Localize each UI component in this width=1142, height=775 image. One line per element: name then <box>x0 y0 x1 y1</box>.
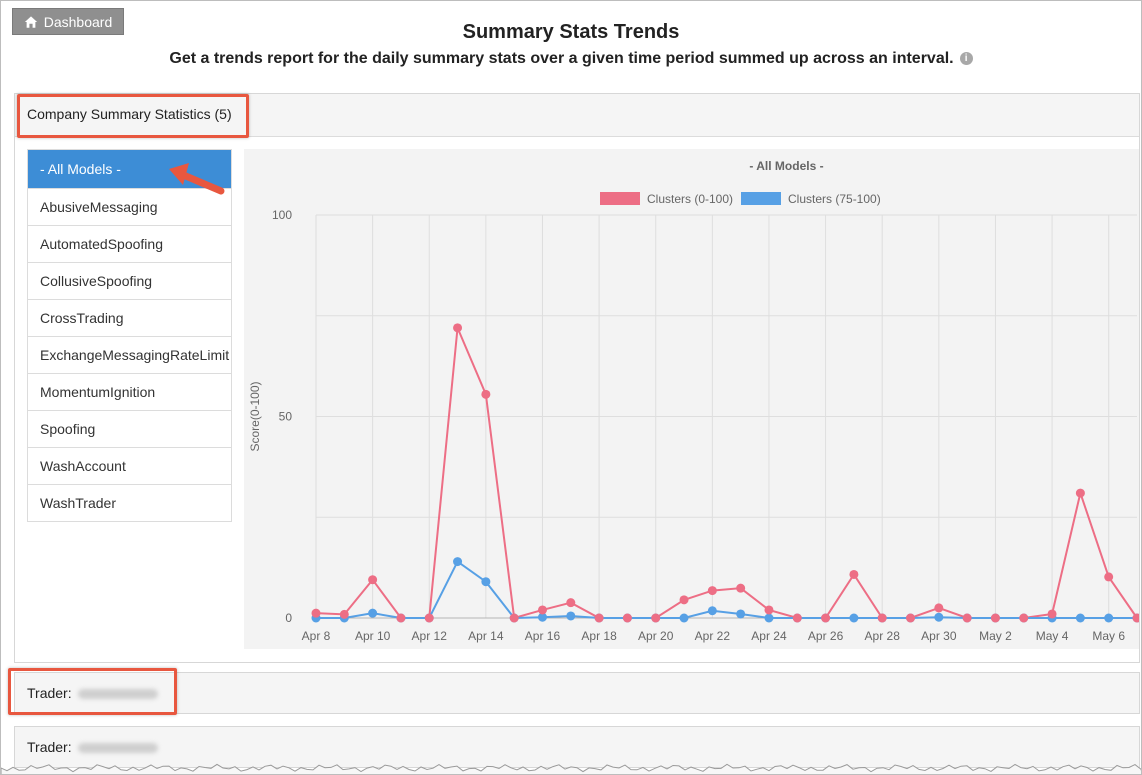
data-point <box>1075 488 1085 498</box>
data-point <box>764 613 774 623</box>
page-title: Summary Stats Trends <box>462 21 680 43</box>
data-point <box>1047 609 1057 619</box>
legend-label: Clusters (75-100) <box>788 192 881 206</box>
data-point <box>566 611 576 621</box>
page-subtitle: Get a trends report for the daily summar… <box>1 50 1141 68</box>
data-point <box>537 605 547 615</box>
data-point <box>962 613 972 623</box>
data-point <box>679 613 689 623</box>
data-point <box>651 613 661 623</box>
data-point <box>1104 613 1114 623</box>
y-tick-label: 50 <box>279 410 293 424</box>
x-tick-label: Apr 26 <box>808 629 844 643</box>
info-icon[interactable]: i <box>959 52 973 66</box>
data-point <box>339 609 349 619</box>
series-line <box>315 327 1138 620</box>
x-tick-label: Apr 10 <box>355 629 391 643</box>
model-item[interactable]: Spoofing <box>28 410 231 447</box>
subtitle-text: Get a trends report for the daily summar… <box>169 50 954 67</box>
model-item[interactable]: WashAccount <box>28 447 231 484</box>
app-frame: Dashboard Summary Stats Trends Get a tre… <box>0 0 1142 775</box>
data-point <box>396 613 406 623</box>
data-point <box>1104 572 1114 582</box>
data-point <box>1019 613 1029 623</box>
model-item[interactable]: AutomatedSpoofing <box>28 225 231 262</box>
data-point <box>849 613 859 623</box>
data-point <box>1075 613 1085 623</box>
x-tick-label: Apr 30 <box>921 629 957 643</box>
data-point <box>1132 613 1141 623</box>
pointer-arrow <box>169 163 225 195</box>
data-point <box>311 608 321 618</box>
data-point <box>934 603 944 613</box>
data-point <box>990 613 1000 623</box>
x-tick-label: Apr 28 <box>865 629 901 643</box>
data-point <box>453 323 463 333</box>
data-point <box>566 598 576 608</box>
data-point <box>764 605 774 615</box>
model-item[interactable]: CollusiveSpoofing <box>28 262 231 299</box>
model-item[interactable]: CrossTrading <box>28 299 231 336</box>
data-point <box>679 595 689 605</box>
data-point <box>594 613 604 623</box>
trend-chart: - All Models - Clusters (0-100) Clusters (… <box>244 149 1141 649</box>
data-point <box>453 557 463 567</box>
highlight-trader-header <box>8 668 177 715</box>
legend-swatch <box>600 192 640 205</box>
x-tick-label: May 4 <box>1036 629 1069 643</box>
x-tick-label: Apr 12 <box>412 629 448 643</box>
data-point <box>906 613 916 623</box>
data-point <box>792 613 802 623</box>
data-point <box>877 613 887 623</box>
x-tick-label: Apr 14 <box>468 629 504 643</box>
data-point <box>368 575 378 585</box>
data-point <box>368 608 378 618</box>
data-point <box>707 606 717 616</box>
data-point <box>821 613 831 623</box>
data-point <box>934 612 944 622</box>
x-tick-label: May 6 <box>1092 629 1125 643</box>
redacted-name <box>77 743 158 754</box>
data-point <box>736 609 746 619</box>
data-point <box>509 613 519 623</box>
data-point <box>481 577 491 587</box>
highlight-company-header <box>17 94 249 138</box>
data-point <box>849 569 859 579</box>
model-item[interactable]: MomentumIgnition <box>28 373 231 410</box>
data-point <box>707 586 717 596</box>
y-tick-label: 100 <box>272 208 292 222</box>
model-item[interactable]: WashTrader <box>28 484 231 521</box>
legend-swatch <box>741 192 781 205</box>
chart-title: - All Models - <box>749 159 823 173</box>
x-tick-label: Apr 8 <box>302 629 331 643</box>
x-tick-label: Apr 20 <box>638 629 674 643</box>
x-tick-label: Apr 22 <box>695 629 731 643</box>
torn-edge <box>1 763 1141 774</box>
trader-panel-2-label: Trader: <box>27 739 72 755</box>
data-point <box>481 389 491 399</box>
model-list: - All Models - AbusiveMessaging AutomatedS… <box>27 149 232 522</box>
data-point <box>424 613 434 623</box>
x-tick-label: Apr 18 <box>581 629 617 643</box>
data-point <box>736 583 746 593</box>
trader-panel-1[interactable]: Trader: <box>14 672 1140 714</box>
model-item[interactable]: ExchangeMessagingRateLimit <box>28 336 231 373</box>
data-point <box>622 613 632 623</box>
x-tick-label: Apr 16 <box>525 629 561 643</box>
y-tick-label: 0 <box>285 611 292 625</box>
trader-panel-1-header: Trader: <box>15 673 1139 713</box>
x-tick-label: Apr 24 <box>751 629 787 643</box>
y-axis-label: Score(0-100) <box>248 381 262 451</box>
x-tick-label: May 2 <box>979 629 1012 643</box>
legend-label: Clusters (0-100) <box>647 192 733 206</box>
chart-svg: - All Models - Clusters (0-100) Clusters (… <box>248 159 1141 643</box>
